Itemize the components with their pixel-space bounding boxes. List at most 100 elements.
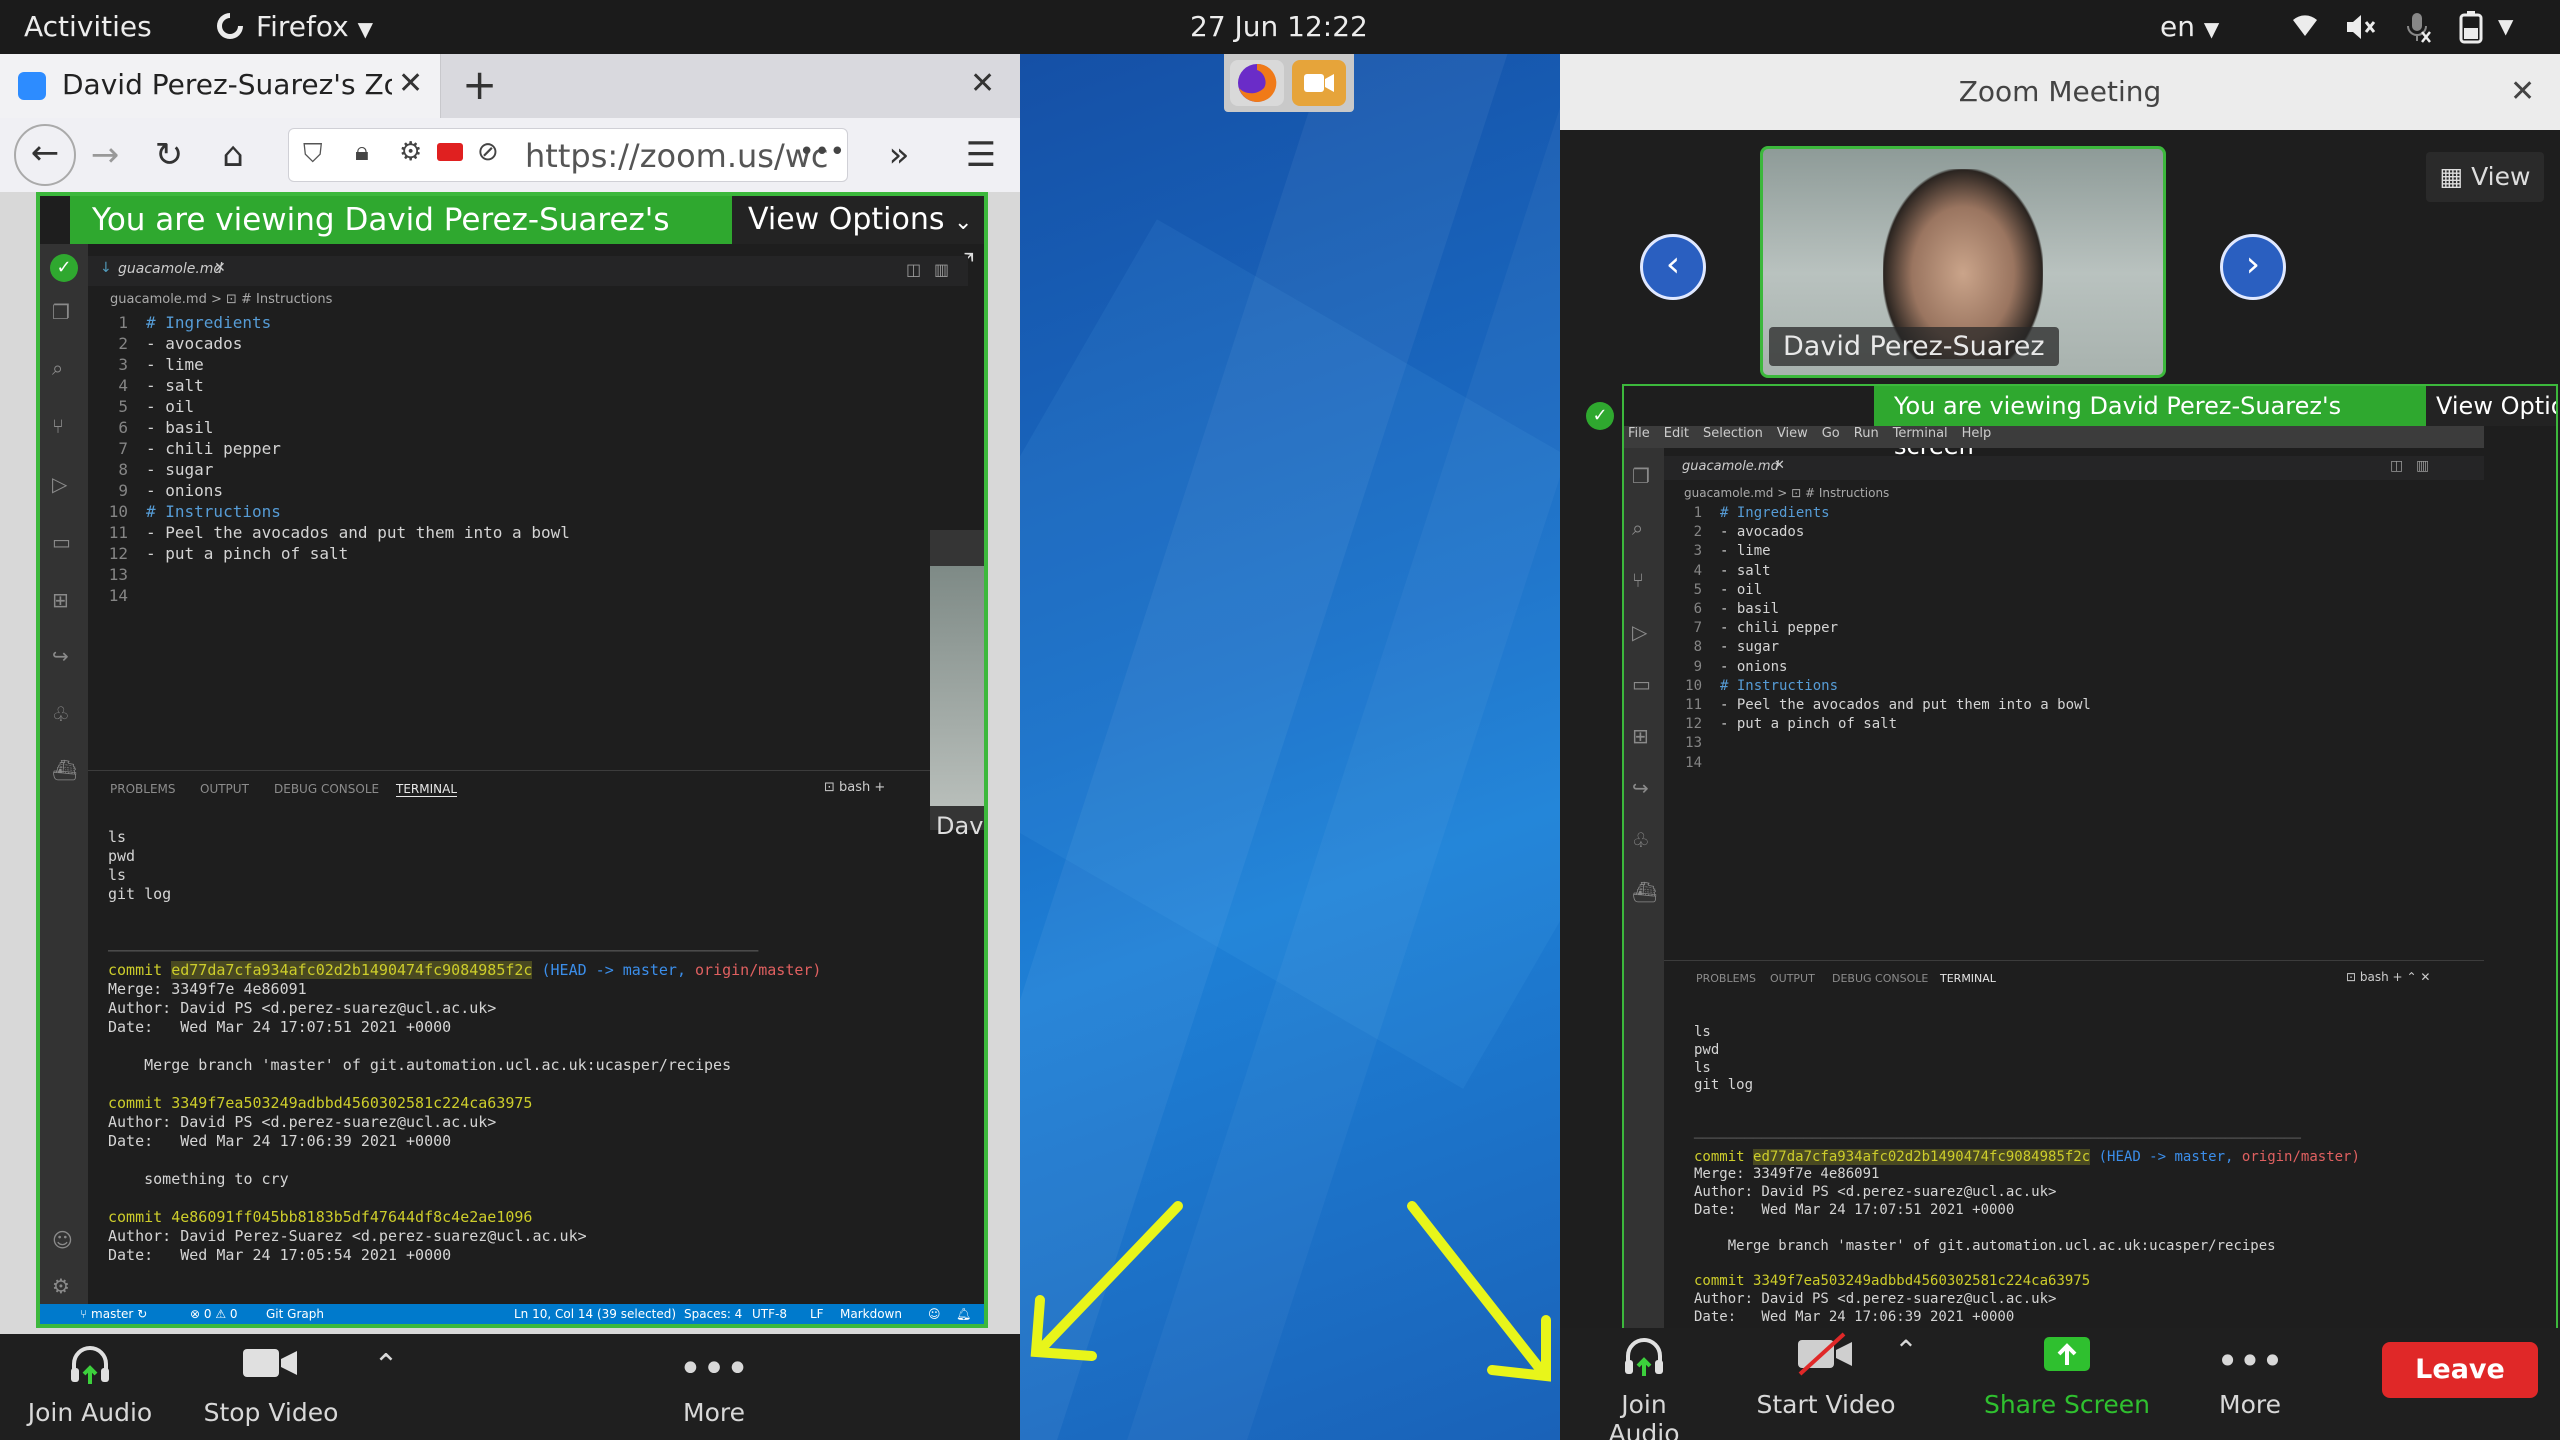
panel-tab-debug-console[interactable]: DEBUG CONSOLE: [274, 782, 379, 796]
close-window-icon[interactable]: ✕: [970, 66, 995, 101]
url-bar[interactable]: ⛉ 🔒︎ ⚙ ⊘ https://zoom.us/wc •••: [288, 128, 848, 182]
search-icon[interactable]: ⌕: [1632, 516, 1643, 540]
keyboard-language[interactable]: en ▼: [2160, 10, 2219, 43]
participant-thumbnail[interactable]: David P: [930, 530, 984, 840]
video-options-chevron-icon[interactable]: ⌃: [1886, 1334, 1926, 1367]
app-menu-button[interactable]: Firefox ▼: [256, 10, 373, 43]
new-tab-icon[interactable]: +: [462, 60, 497, 109]
shared-screen-view[interactable]: You are viewing David Perez-Suarez's scr…: [1622, 384, 2558, 1332]
lock-icon[interactable]: 🔒︎: [355, 137, 369, 168]
remote-explorer-icon[interactable]: ▭: [1632, 672, 1651, 696]
source-control-icon[interactable]: ⑂: [52, 414, 64, 438]
remote-explorer-icon[interactable]: ▭: [52, 530, 71, 554]
menu-go[interactable]: Go: [1822, 426, 1840, 441]
status-problems[interactable]: ⊗ 0 ⚠ 0: [190, 1304, 238, 1324]
breadcrumb[interactable]: guacamole.md > ⊡ # Instructions: [110, 292, 332, 307]
view-options-button[interactable]: View Options ⌄: [732, 196, 984, 244]
panel-tab-problems[interactable]: PROBLEMS: [1696, 972, 1756, 985]
menu-view[interactable]: View: [1777, 426, 1808, 441]
status-git-graph[interactable]: Git Graph: [266, 1304, 324, 1324]
extensions-icon[interactable]: ⊞: [1632, 724, 1649, 748]
back-icon[interactable]: ←: [14, 124, 76, 186]
split-editor-icon[interactable]: ◫: [906, 260, 921, 279]
menu-run[interactable]: Run: [1854, 426, 1879, 441]
clock[interactable]: 27 Jun 12:22: [1190, 10, 1368, 43]
view-button[interactable]: ▦ View: [2426, 152, 2544, 202]
tree-icon[interactable]: ♧: [1632, 828, 1650, 852]
reload-icon[interactable]: ↻: [144, 130, 194, 180]
close-editor-icon[interactable]: ✕: [214, 260, 226, 276]
share-screen-button[interactable]: Share Screen: [1982, 1332, 2152, 1419]
leave-button[interactable]: Leave: [2382, 1342, 2538, 1398]
editor-layout-icon[interactable]: ▥: [934, 260, 949, 279]
hamburger-menu-icon[interactable]: ☰: [956, 130, 1006, 180]
permissions-icon[interactable]: ⚙: [399, 137, 422, 167]
search-icon[interactable]: ⌕: [52, 356, 63, 380]
previous-page-icon[interactable]: ‹: [1640, 234, 1706, 300]
more-button[interactable]: ••• More: [2190, 1332, 2310, 1419]
url-text[interactable]: https://zoom.us/wc: [525, 137, 829, 175]
overflow-chevrons-icon[interactable]: »: [874, 130, 924, 180]
join-audio-button[interactable]: Join Audio: [20, 1340, 160, 1427]
volume-muted-icon[interactable]: [2344, 12, 2378, 49]
docker-icon[interactable]: ⛴: [1632, 880, 1657, 904]
start-video-button[interactable]: Start Video: [1756, 1332, 1896, 1419]
menu-selection[interactable]: Selection: [1703, 426, 1763, 441]
editor-content[interactable]: 1 # Ingredients 2- avocados 3- lime 4- salt 5…: [1664, 504, 2091, 773]
live-share-icon[interactable]: ↪: [52, 644, 69, 668]
status-position[interactable]: Ln 10, Col 14 (39 selected): [514, 1304, 676, 1324]
system-menu-chevron-icon[interactable]: ▼: [2498, 14, 2513, 38]
editor-layout-icon[interactable]: ▥: [2416, 458, 2429, 474]
breadcrumb[interactable]: guacamole.md > ⊡ # Instructions: [1684, 486, 1889, 500]
menu-file[interactable]: File: [1628, 426, 1650, 441]
tracking-shield-icon[interactable]: ⛉: [303, 139, 323, 170]
more-button[interactable]: ••• More: [644, 1340, 784, 1427]
extensions-icon[interactable]: ⊞: [52, 588, 69, 612]
status-branch[interactable]: ⑂ master ↻: [80, 1304, 147, 1324]
editor-tab-guacamole[interactable]: guacamole.md: [1682, 459, 1779, 474]
live-share-icon[interactable]: ↪: [1632, 776, 1649, 800]
tree-icon[interactable]: ♧: [52, 702, 70, 726]
menu-edit[interactable]: Edit: [1664, 426, 1689, 441]
firefox-dock-icon[interactable]: [1230, 60, 1284, 106]
explorer-icon[interactable]: ❐: [52, 300, 70, 324]
panel-tab-terminal[interactable]: TERMINAL: [396, 782, 458, 797]
panel-tab-terminal[interactable]: TERMINAL: [1940, 972, 1996, 985]
new-terminal-icon[interactable]: +: [874, 780, 885, 795]
split-editor-icon[interactable]: ◫: [2390, 458, 2403, 474]
status-language[interactable]: Markdown: [840, 1304, 902, 1324]
panel-tab-debug-console[interactable]: DEBUG CONSOLE: [1832, 972, 1928, 985]
maximize-panel-icon[interactable]: ⌃: [2406, 970, 2416, 984]
page-actions-icon[interactable]: •••: [799, 137, 845, 167]
view-options-button[interactable]: View Options ⌄: [2426, 386, 2556, 426]
panel-tab-output[interactable]: OUTPUT: [1770, 972, 1815, 985]
feedback-icon[interactable]: ☺: [928, 1304, 941, 1324]
run-debug-icon[interactable]: ▷: [52, 472, 67, 496]
microphone-muted-icon[interactable]: [2402, 10, 2432, 51]
next-page-icon[interactable]: ›: [2220, 234, 2286, 300]
close-editor-icon[interactable]: ✕: [1774, 458, 1785, 473]
source-control-icon[interactable]: ⑂: [1632, 568, 1644, 592]
browser-tab[interactable]: David Perez-Suarez's Zoo ✕: [0, 54, 441, 118]
autoplay-blocked-icon[interactable]: ⊘: [477, 137, 499, 167]
docker-icon[interactable]: ⛴: [52, 758, 77, 782]
run-debug-icon[interactable]: ▷: [1632, 620, 1647, 644]
close-panel-icon[interactable]: ✕: [2420, 970, 2430, 984]
status-spaces[interactable]: Spaces: 4: [684, 1304, 742, 1324]
activities-button[interactable]: Activities: [24, 10, 152, 43]
join-audio-button[interactable]: Join Audio: [1584, 1332, 1704, 1440]
editor-content[interactable]: 1 # Ingredients 2- avocados 3- lime 4- salt 5…: [88, 312, 570, 606]
terminal-output[interactable]: ls pwd ls git log ──────────────────────────…: [1694, 1024, 2360, 1330]
panel-tab-output[interactable]: OUTPUT: [200, 782, 249, 796]
close-tab-icon[interactable]: ✕: [398, 66, 423, 101]
close-window-icon[interactable]: ✕: [2510, 54, 2535, 130]
new-terminal-icon[interactable]: +: [2393, 970, 2403, 984]
terminal-output[interactable]: ls pwd ls git log ──────────────────────────…: [108, 828, 821, 1265]
zoom-dock-icon[interactable]: [1292, 60, 1346, 106]
battery-icon[interactable]: [2458, 10, 2484, 51]
status-encoding[interactable]: UTF-8: [752, 1304, 787, 1324]
home-icon[interactable]: ⌂: [208, 130, 258, 180]
status-eol[interactable]: LF: [810, 1304, 824, 1324]
wifi-icon[interactable]: [2290, 12, 2320, 47]
shared-screen-view[interactable]: You are viewing David Perez-Suarez's scr…: [36, 192, 988, 1328]
